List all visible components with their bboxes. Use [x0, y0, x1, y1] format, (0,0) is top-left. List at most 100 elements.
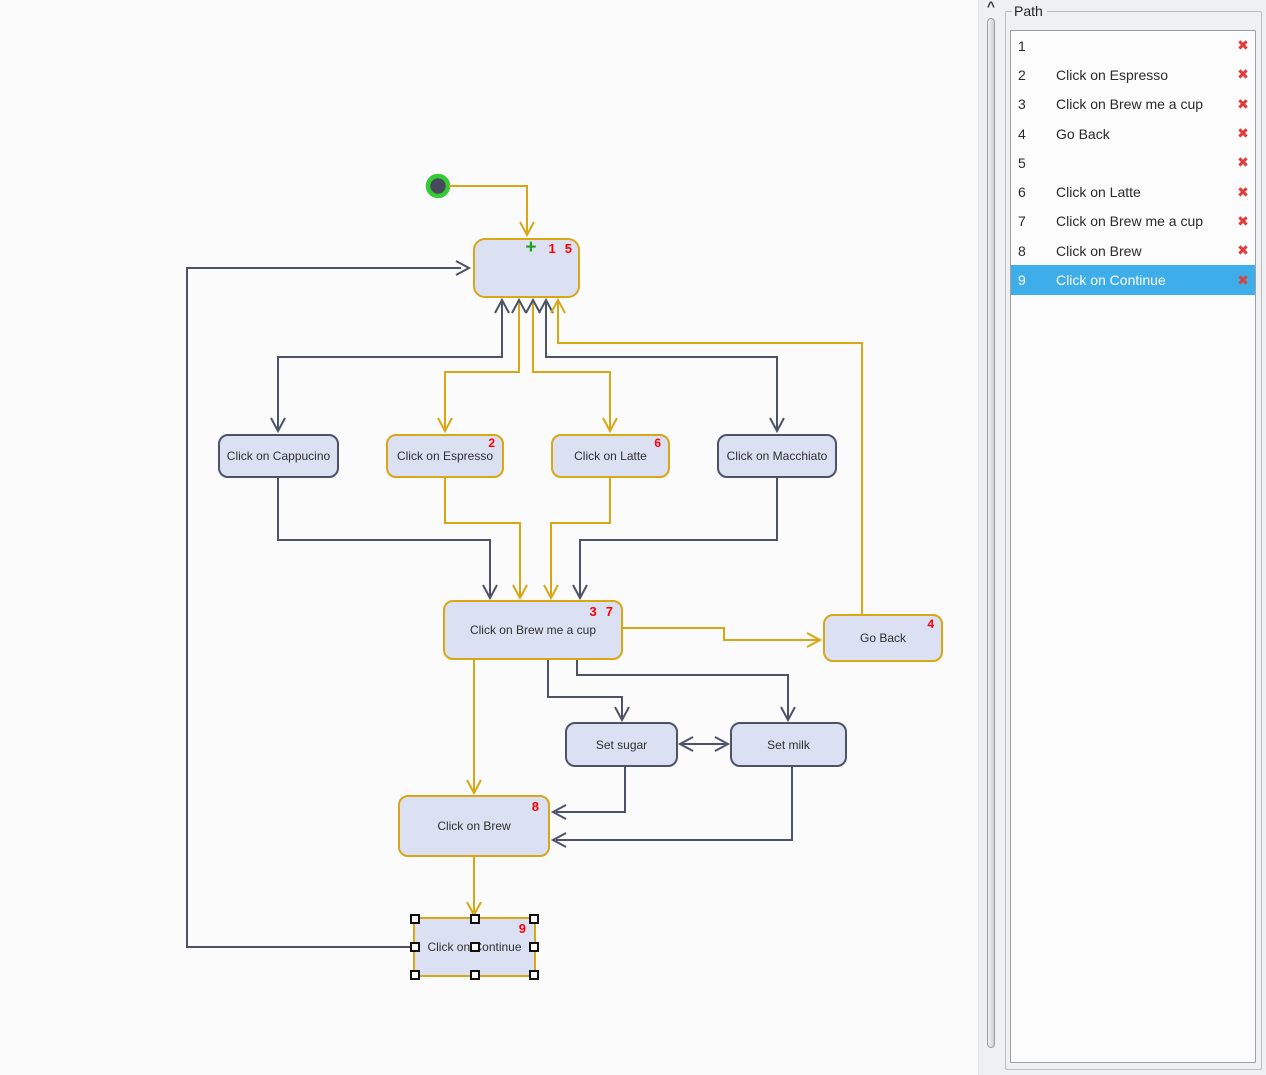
path-step-badge: 5 [565, 241, 572, 256]
path-step-row[interactable]: 5 ✖ [1011, 148, 1255, 177]
edge-latte-to-brewcup[interactable] [544, 478, 610, 598]
node-label: Click on Brew me a cup [470, 623, 596, 637]
delete-step-icon[interactable]: ✖ [1231, 154, 1255, 171]
path-step-badge: 9 [519, 921, 526, 936]
selection-handle-top-mid[interactable] [470, 914, 480, 924]
node-click-on-espresso[interactable]: 2 Click on Espresso [386, 434, 504, 478]
delete-step-icon[interactable]: ✖ [1231, 96, 1255, 113]
path-panel-title: Path [1012, 3, 1047, 19]
delete-step-icon[interactable]: ✖ [1231, 184, 1255, 201]
vertical-scrollbar[interactable] [987, 18, 995, 1048]
edge-brewcup-to-goback[interactable] [623, 628, 820, 647]
selection-handle-mid-left[interactable] [410, 942, 420, 952]
path-panel: Path 1 ✖ 2 Click on Espresso ✖ 3 Click o… [1003, 0, 1266, 1075]
edge-main-macchiato[interactable] [539, 300, 784, 431]
edge-espresso-to-brewcup[interactable] [445, 478, 527, 598]
step-number: 9 [1011, 272, 1056, 288]
path-step-row[interactable]: 7 Click on Brew me a cup ✖ [1011, 207, 1255, 236]
path-step-badge: 2 [488, 436, 495, 451]
path-step-row[interactable]: 6 Click on Latte ✖ [1011, 177, 1255, 206]
edge-brew-to-continue[interactable] [467, 857, 481, 915]
edge-setsugar-setmilk[interactable] [680, 737, 728, 751]
edge-brewcup-to-setsugar[interactable] [548, 660, 629, 720]
start-state-icon[interactable] [428, 176, 448, 196]
node-label: Set sugar [596, 738, 647, 752]
path-step-badge: 1 [549, 241, 556, 256]
node-label: Click on Latte [574, 449, 647, 463]
step-number: 3 [1011, 96, 1056, 112]
step-label: Click on Brew [1056, 243, 1231, 259]
node-set-milk[interactable]: Set milk [730, 722, 847, 767]
path-groupbox: Path 1 ✖ 2 Click on Espresso ✖ 3 Click o… [1005, 11, 1262, 1070]
selection-handle-bottom-mid[interactable] [470, 970, 480, 980]
edge-macchiato-to-brewcup[interactable] [573, 478, 777, 598]
delete-step-icon[interactable]: ✖ [1231, 242, 1255, 259]
node-go-back[interactable]: 4 Go Back [823, 614, 943, 662]
step-number: 6 [1011, 184, 1056, 200]
delete-step-icon[interactable]: ✖ [1231, 37, 1255, 54]
edge-main-latte[interactable] [526, 300, 617, 431]
selection-handle-bottom-right[interactable] [529, 970, 539, 980]
path-step-row[interactable]: 3 Click on Brew me a cup ✖ [1011, 90, 1255, 119]
node-label: Click on Espresso [397, 449, 493, 463]
node-continue-badges: 9 [519, 921, 526, 936]
path-step-badge: 3 [590, 604, 597, 619]
node-click-on-cappucino[interactable]: Click on Cappucino [218, 434, 339, 478]
edge-setmilk-to-brew[interactable] [553, 767, 792, 847]
node-label: Click on Macchiato [727, 449, 828, 463]
edge-main-cappucino[interactable] [271, 300, 509, 431]
path-step-badge: 6 [654, 436, 661, 451]
step-label: Go Back [1056, 126, 1231, 142]
step-number: 2 [1011, 67, 1056, 83]
node-espresso-badges: 2 [488, 436, 495, 451]
node-click-on-macchiato[interactable]: Click on Macchiato [717, 434, 837, 478]
step-label: Click on Latte [1056, 184, 1231, 200]
node-click-on-brew[interactable]: 8 Click on Brew [398, 795, 550, 857]
step-number: 8 [1011, 243, 1056, 259]
path-step-row[interactable]: 4 Go Back ✖ [1011, 119, 1255, 148]
scroll-up-icon[interactable]: ^ [979, 0, 1003, 14]
step-number: 4 [1011, 126, 1056, 142]
edge-start-to-main[interactable] [449, 186, 534, 235]
node-click-on-brew-me-a-cup[interactable]: 3 7 Click on Brew me a cup [443, 600, 623, 660]
selection-handle-top-right[interactable] [529, 914, 539, 924]
delete-step-icon[interactable]: ✖ [1231, 272, 1255, 289]
path-step-badge: 7 [606, 604, 613, 619]
plus-icon: + [525, 241, 536, 256]
diagram-edges [0, 0, 978, 1075]
selection-handle-center[interactable] [470, 942, 480, 952]
step-number: 7 [1011, 213, 1056, 229]
node-brew-badges: 8 [532, 799, 539, 814]
selection-handle-top-left[interactable] [410, 914, 420, 924]
selection-handle-mid-right[interactable] [529, 942, 539, 952]
node-brewcup-badges: 3 7 [590, 604, 613, 619]
path-step-badge: 4 [927, 617, 934, 632]
path-step-row[interactable]: 2 Click on Espresso ✖ [1011, 60, 1255, 89]
node-main-screen[interactable]: + 1 5 [473, 238, 580, 298]
node-label: Go Back [860, 631, 906, 645]
edge-main-espresso[interactable] [438, 300, 526, 431]
selection-handle-bottom-left[interactable] [410, 970, 420, 980]
node-label: Set milk [767, 738, 810, 752]
node-latte-badges: 6 [654, 436, 661, 451]
node-click-on-continue[interactable]: 9 Click on Continue [413, 917, 536, 977]
edge-brewcup-to-brew[interactable] [467, 660, 481, 793]
path-step-badge: 8 [532, 799, 539, 814]
path-step-row[interactable]: 1 ✖ [1011, 31, 1255, 60]
path-step-list[interactable]: 1 ✖ 2 Click on Espresso ✖ 3 Click on Bre… [1010, 30, 1256, 1063]
node-set-sugar[interactable]: Set sugar [565, 722, 678, 767]
delete-step-icon[interactable]: ✖ [1231, 213, 1255, 230]
delete-step-icon[interactable]: ✖ [1231, 125, 1255, 142]
edge-setsugar-to-brew[interactable] [553, 767, 625, 819]
node-main-badges: + 1 5 [525, 241, 572, 256]
edge-cappucino-to-brewcup[interactable] [278, 478, 497, 598]
edge-brewcup-to-setmilk[interactable] [577, 660, 795, 720]
path-step-row[interactable]: 8 Click on Brew ✖ [1011, 236, 1255, 265]
step-label: Click on Brew me a cup [1056, 96, 1231, 112]
path-step-row-selected[interactable]: 9 Click on Continue ✖ [1011, 265, 1255, 294]
diagram-canvas[interactable]: + 1 5 Click on Cappucino 2 Click on Espr… [0, 0, 978, 1075]
node-label: Click on Cappucino [227, 449, 330, 463]
delete-step-icon[interactable]: ✖ [1231, 66, 1255, 83]
step-label: Click on Espresso [1056, 67, 1231, 83]
node-click-on-latte[interactable]: 6 Click on Latte [551, 434, 670, 478]
